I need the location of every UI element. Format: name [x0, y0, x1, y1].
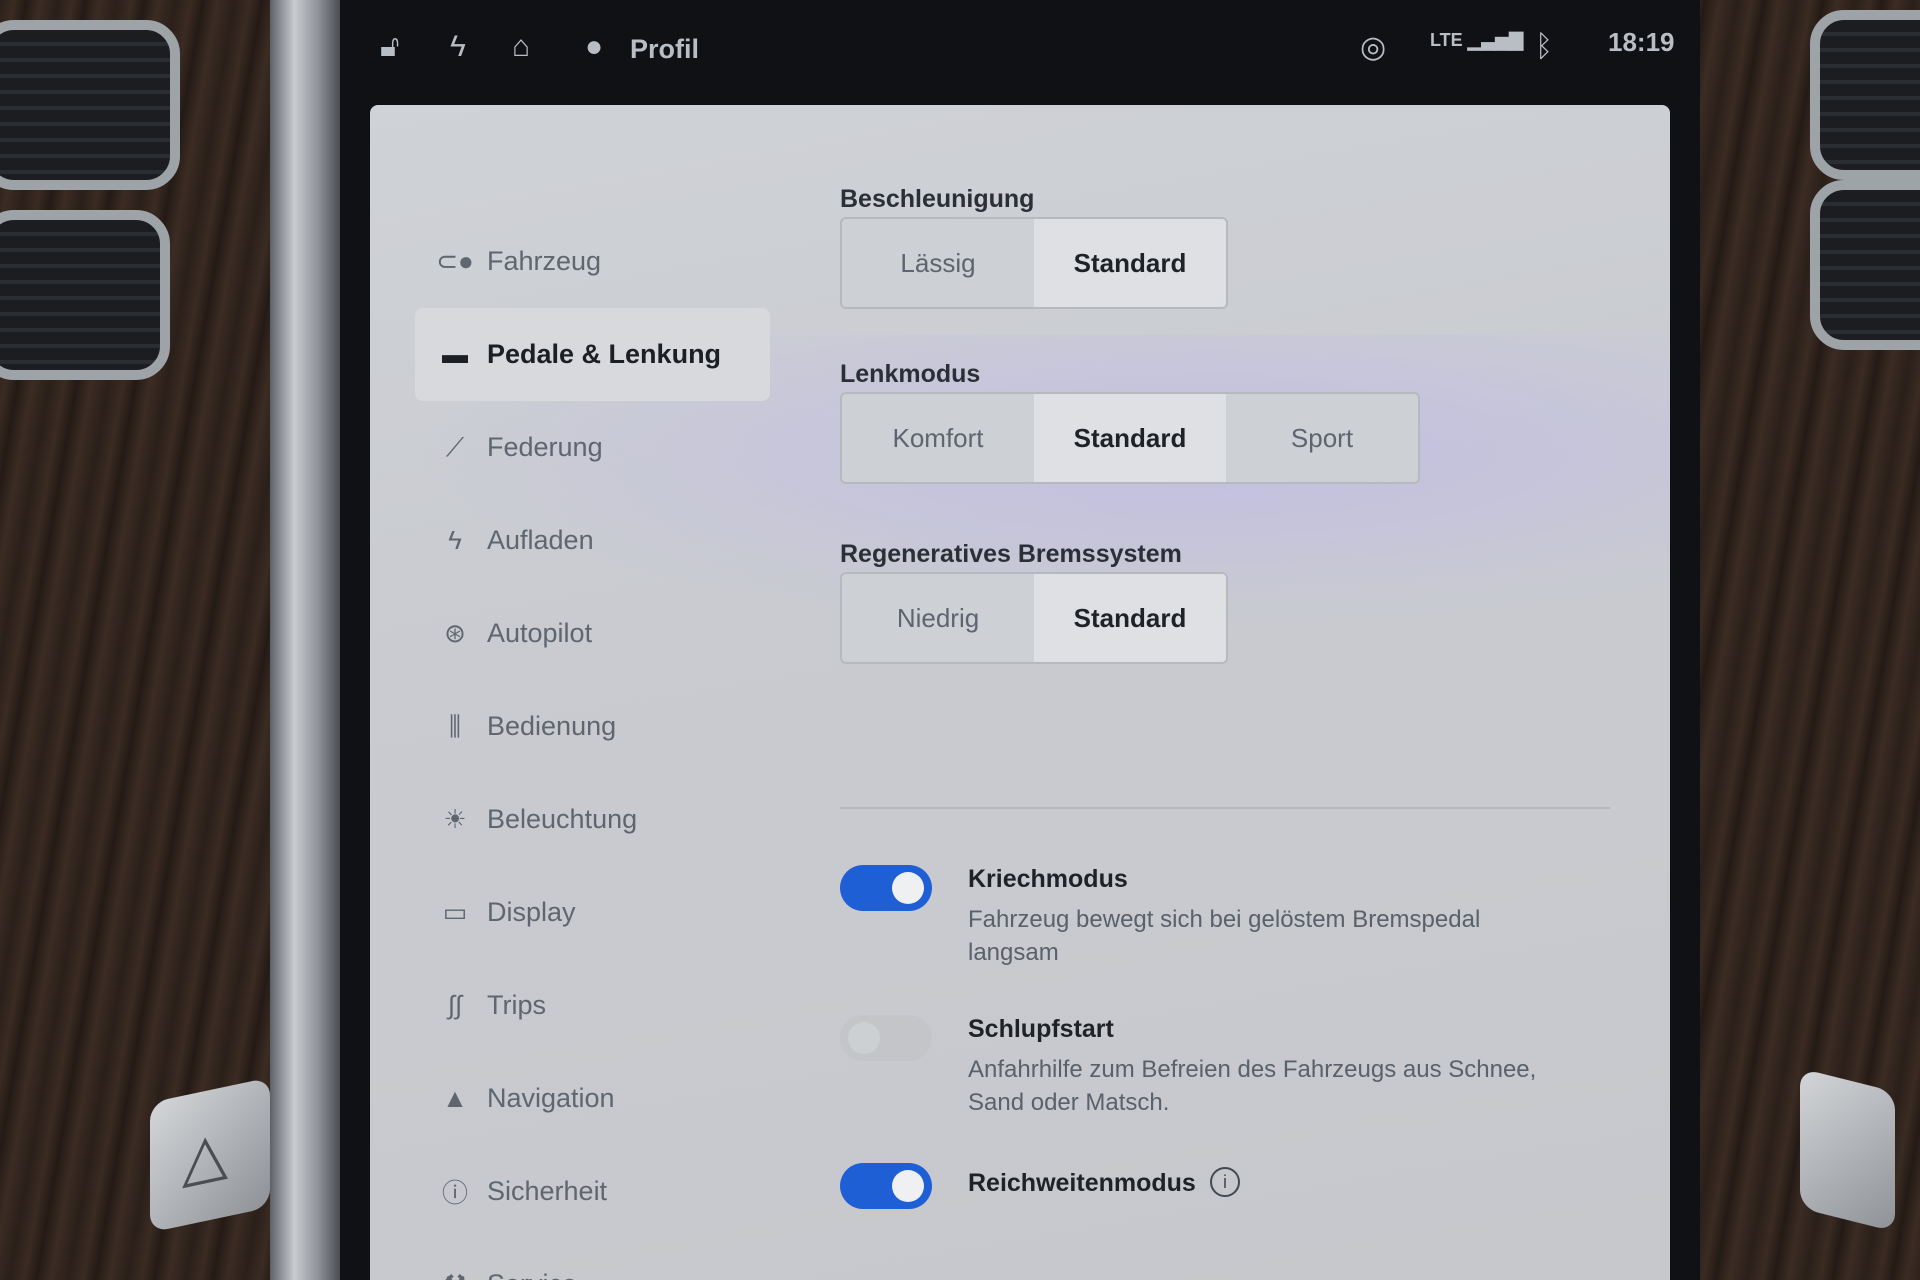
navigation-icon: ▲ — [442, 1083, 468, 1113]
car-icon: ▬ — [442, 339, 468, 369]
kriechmodus-title: Kriechmodus — [968, 865, 1128, 893]
record-icon[interactable]: ◎ — [1360, 30, 1386, 65]
sidebar-item-display[interactable]: ▭ Display — [415, 866, 775, 959]
divider — [840, 807, 1610, 809]
suspension-icon: ⟋ — [445, 431, 465, 462]
toggle-knob — [848, 1022, 880, 1054]
touchscreen: 🔓︎ ϟ ⌂ ● Profil ◎ LTE ▁▃▅▇ ᛒ 18:19 ⊂● Fa… — [340, 0, 1700, 1280]
sidebar-item-fahrzeug[interactable]: ⊂● Fahrzeug — [415, 215, 775, 308]
sidebar-item-label: Display — [487, 897, 576, 927]
wrench-icon: ⚒ — [435, 1269, 475, 1280]
glovebox-button[interactable] — [1800, 1068, 1895, 1232]
bluetooth-icon[interactable]: ᛒ — [1535, 30, 1553, 64]
hazard-button[interactable]: △ — [150, 1077, 270, 1233]
profile-label[interactable]: Profil — [630, 34, 699, 65]
settings-sidebar: ⊂● Fahrzeug ▬ Pedale & Lenkung ⟋ Federun… — [415, 215, 775, 1280]
clock: 18:19 — [1608, 27, 1675, 57]
acceleration-option-standard[interactable]: Standard — [1034, 219, 1226, 307]
regen-option-niedrig[interactable]: Niedrig — [842, 574, 1034, 662]
sidebar-item-service[interactable]: ⚒ Service — [415, 1238, 775, 1280]
kriechmodus-toggle[interactable] — [840, 865, 932, 911]
sidebar-item-label: Pedale & Lenkung — [487, 339, 722, 369]
hazard-icon: △ — [182, 1117, 229, 1194]
sidebar-item-federung[interactable]: ⟋ Federung — [415, 401, 775, 494]
sidebar-item-autopilot[interactable]: ⊛ Autopilot — [415, 587, 775, 680]
sidebar-item-label: Trips — [487, 990, 546, 1020]
kriechmodus-description: Fahrzeug bewegt sich bei gelöstem Bremsp… — [968, 906, 1481, 966]
reichweitenmodus-title: Reichweitenmodus — [968, 1169, 1196, 1197]
sidebar-item-label: Navigation — [487, 1083, 615, 1113]
reichweitenmodus-toggle[interactable] — [840, 1163, 932, 1209]
sidebar-item-pedale-lenkung[interactable]: ▬ Pedale & Lenkung — [415, 308, 770, 401]
display-icon: ▭ — [442, 897, 468, 927]
acceleration-title: Beschleunigung — [840, 185, 1035, 213]
schlupfstart-description: Anfahrhilfe zum Befreien des Fahrzeugs a… — [968, 1056, 1537, 1116]
settings-panel: ⊂● Fahrzeug ▬ Pedale & Lenkung ⟋ Federun… — [370, 105, 1670, 1280]
toggle-icon: ⊂● — [436, 246, 474, 276]
sidebar-item-label: Service — [487, 1269, 577, 1280]
steering-option-komfort[interactable]: Komfort — [842, 394, 1034, 482]
toggle-knob — [892, 1170, 924, 1202]
sidebar-item-label: Beleuchtung — [487, 804, 638, 834]
steering-option-standard[interactable]: Standard — [1034, 394, 1226, 482]
status-bar: 🔓︎ ϟ ⌂ ● Profil ◎ LTE ▁▃▅▇ ᛒ 18:19 — [340, 0, 1700, 100]
acceleration-option-laessig[interactable]: Lässig — [842, 219, 1034, 307]
info-icon[interactable]: i — [1210, 1167, 1240, 1197]
air-vent-right-lower — [1810, 180, 1920, 350]
sun-icon: ☀ — [443, 804, 467, 834]
regen-title: Regeneratives Bremssystem — [840, 540, 1182, 568]
sidebar-item-label: Aufladen — [487, 525, 594, 555]
trips-icon: ∫∫ — [447, 990, 463, 1020]
sliders-icon: ⫼ — [449, 710, 461, 741]
schlupfstart-toggle[interactable] — [840, 1015, 932, 1061]
home-icon[interactable]: ⌂ — [512, 30, 530, 64]
metal-trim-left — [270, 0, 340, 1280]
sidebar-item-beleuchtung[interactable]: ☀ Beleuchtung — [415, 773, 775, 866]
toggle-knob — [892, 872, 924, 904]
signal-icon: LTE ▁▃▅▇ — [1430, 30, 1524, 50]
steering-option-sport[interactable]: Sport — [1226, 394, 1418, 482]
acceleration-selector: Lässig Standard — [840, 217, 1228, 309]
steering-selector: Komfort Standard Sport — [840, 392, 1420, 484]
schlupfstart-title: Schlupfstart — [968, 1015, 1114, 1043]
sidebar-item-trips[interactable]: ∫∫ Trips — [415, 959, 775, 1052]
sidebar-item-navigation[interactable]: ▲ Navigation — [415, 1052, 775, 1145]
lock-icon[interactable]: 🔓︎ — [380, 30, 399, 64]
sidebar-item-aufladen[interactable]: ϟ Aufladen — [415, 494, 775, 587]
network-label: LTE — [1430, 30, 1463, 50]
steering-title: Lenkmodus — [840, 360, 981, 388]
sidebar-item-bedienung[interactable]: ⫼ Bedienung — [415, 680, 775, 773]
air-vent-left-lower — [0, 210, 170, 380]
sidebar-item-label: Fahrzeug — [487, 246, 602, 276]
bolt-icon: ϟ — [448, 525, 462, 555]
sidebar-item-sicherheit[interactable]: ⓘ Sicherheit — [415, 1145, 775, 1238]
person-icon: ● — [585, 30, 604, 63]
steering-wheel-icon: ⊛ — [444, 618, 466, 648]
air-vent-left — [0, 20, 180, 190]
sidebar-item-label: Federung — [487, 432, 603, 462]
regen-option-standard[interactable]: Standard — [1034, 574, 1226, 662]
sidebar-item-label: Autopilot — [487, 618, 593, 648]
air-vent-right — [1810, 10, 1920, 180]
info-circle-icon: ⓘ — [441, 1178, 468, 1208]
sidebar-item-label: Bedienung — [487, 711, 617, 741]
bolt-icon[interactable]: ϟ — [450, 30, 466, 64]
regen-selector: Niedrig Standard — [840, 572, 1228, 664]
sidebar-item-label: Sicherheit — [487, 1176, 608, 1206]
